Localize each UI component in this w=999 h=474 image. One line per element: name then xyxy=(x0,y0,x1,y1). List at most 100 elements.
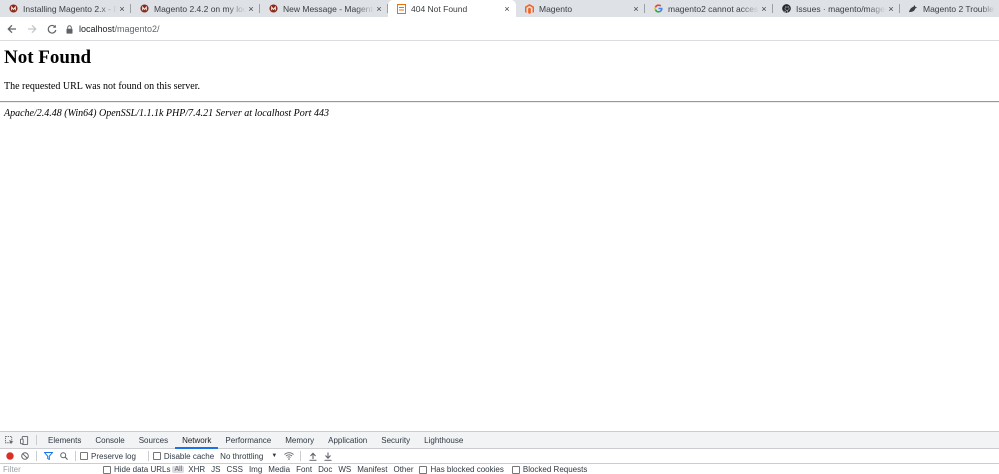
magento-icon xyxy=(268,4,278,14)
page-title: Not Found xyxy=(4,47,92,68)
close-icon[interactable]: × xyxy=(886,4,896,14)
filter-type-img[interactable]: Img xyxy=(249,465,262,474)
browser-tab[interactable]: Magento × xyxy=(516,0,645,17)
browser-tab-active[interactable]: 404 Not Found × xyxy=(388,0,516,17)
filter-type-ws[interactable]: WS xyxy=(338,465,351,474)
tab-title: Magento xyxy=(539,3,573,14)
address-bar[interactable]: localhost/magento2/ xyxy=(66,21,160,37)
server-signature: Apache/2.4.48 (Win64) OpenSSL/1.1.1k PHP… xyxy=(4,108,329,119)
devtools-panel: Elements Console Sources Network Perform… xyxy=(0,431,999,474)
browser-tab[interactable]: Magento 2.4.2 on my local × xyxy=(131,0,260,17)
hide-data-urls-label: Hide data URLs xyxy=(114,465,171,474)
url-path: /magento2/ xyxy=(114,24,160,34)
lock-icon[interactable] xyxy=(66,24,73,34)
docs-icon xyxy=(908,4,918,14)
tab-title: Installing Magento 2.x - Pa xyxy=(23,3,117,14)
reload-icon[interactable] xyxy=(42,19,62,39)
close-icon[interactable]: × xyxy=(374,4,384,14)
filter-all-badge[interactable]: All xyxy=(172,466,185,473)
magento-icon xyxy=(8,4,18,14)
tab-console[interactable]: Console xyxy=(88,432,131,449)
checkbox-box[interactable] xyxy=(152,452,161,460)
close-icon[interactable]: × xyxy=(117,4,127,14)
toolbar-separator xyxy=(147,451,149,461)
tab-title: Issues · magento/magento xyxy=(796,3,886,14)
tab-application[interactable]: Application xyxy=(321,432,374,449)
search-icon[interactable] xyxy=(56,448,71,465)
import-har-icon[interactable] xyxy=(305,448,320,465)
checkbox-box[interactable] xyxy=(419,465,428,474)
github-icon xyxy=(781,4,791,14)
tab-title: New Message - Magento F xyxy=(283,3,374,14)
network-filter-bar: Filter Hide data URLs All XHR JS CSS Img… xyxy=(0,464,999,474)
google-icon xyxy=(653,4,663,14)
magento-icon xyxy=(139,4,149,14)
disable-cache-checkbox[interactable]: Disable cache xyxy=(152,451,215,461)
toolbar-separator xyxy=(75,451,76,461)
page-icon xyxy=(396,3,406,14)
page-content: Not Found The requested URL was not foun… xyxy=(0,41,999,431)
chevron-down-icon: ▼ xyxy=(271,453,278,459)
tab-title: 404 Not Found xyxy=(411,3,468,14)
forward-arrow-icon[interactable] xyxy=(22,19,42,39)
inspect-element-icon[interactable] xyxy=(2,432,17,449)
tab-network[interactable]: Network xyxy=(175,431,219,449)
tab-sources[interactable]: Sources xyxy=(132,432,175,449)
close-icon[interactable]: × xyxy=(502,4,512,14)
has-blocked-cookies-checkbox[interactable]: Has blocked cookies xyxy=(419,465,504,474)
filter-type-css[interactable]: CSS xyxy=(227,465,243,474)
checkbox-box[interactable] xyxy=(80,452,88,460)
checkbox-box[interactable] xyxy=(103,465,111,474)
browser-tab[interactable]: magento2 cannot access h × xyxy=(645,0,773,17)
filter-type-js[interactable]: JS xyxy=(211,465,220,474)
filter-icon[interactable] xyxy=(41,448,56,465)
filter-type-font[interactable]: Font xyxy=(296,465,312,474)
close-icon[interactable]: × xyxy=(759,4,769,14)
filter-type-other[interactable]: Other xyxy=(393,465,413,474)
throttling-select[interactable]: No throttling ▼ xyxy=(220,452,277,461)
tab-memory[interactable]: Memory xyxy=(278,432,321,449)
browser-tab[interactable]: New Message - Magento F × xyxy=(260,0,388,17)
device-toolbar-icon[interactable] xyxy=(17,432,32,449)
clear-icon[interactable] xyxy=(17,448,32,465)
network-conditions-icon[interactable] xyxy=(281,448,296,465)
throttling-value: No throttling xyxy=(220,451,264,461)
tab-lighthouse[interactable]: Lighthouse xyxy=(417,432,470,449)
tab-title: Magento 2.4.2 on my local xyxy=(154,3,246,14)
has-blocked-cookies-label: Has blocked cookies xyxy=(430,465,504,474)
filter-type-media[interactable]: Media xyxy=(268,465,290,474)
filter-type-manifest[interactable]: Manifest xyxy=(357,465,387,474)
filter-input[interactable]: Filter xyxy=(3,465,103,474)
toolbar-separator xyxy=(36,435,37,445)
close-icon[interactable]: × xyxy=(631,4,641,14)
toolbar-separator xyxy=(300,451,302,461)
tab-performance[interactable]: Performance xyxy=(218,432,278,449)
tab-title: Magento 2 Troubleshoo xyxy=(923,3,995,14)
hide-data-urls-checkbox[interactable]: Hide data URLs xyxy=(103,465,170,474)
back-arrow-icon[interactable] xyxy=(2,19,22,39)
error-message: The requested URL was not found on this … xyxy=(4,81,200,92)
browser-tab[interactable]: Issues · magento/magento × xyxy=(773,0,900,17)
disable-cache-label: Disable cache xyxy=(163,451,215,461)
tab-title: magento2 cannot access h xyxy=(668,3,759,14)
filter-type-xhr[interactable]: XHR xyxy=(188,465,205,474)
blocked-requests-label: Blocked Requests xyxy=(522,465,588,474)
url-host: localhost xyxy=(79,24,115,34)
network-toolbar: Preserve log Disable cache No throttling… xyxy=(0,449,999,464)
close-icon[interactable]: × xyxy=(246,4,256,14)
blocked-requests-checkbox[interactable]: Blocked Requests xyxy=(511,465,588,474)
magento-orange-icon xyxy=(524,3,534,14)
tab-security[interactable]: Security xyxy=(374,432,417,449)
filter-type-doc[interactable]: Doc xyxy=(318,465,332,474)
checkbox-box[interactable] xyxy=(511,465,520,474)
preserve-log-checkbox[interactable]: Preserve log xyxy=(80,452,136,461)
browser-tab[interactable]: Magento 2 Troubleshoo xyxy=(900,0,999,17)
record-icon[interactable] xyxy=(2,448,17,465)
browser-toolbar: localhost/magento2/ xyxy=(0,17,999,41)
browser-tab[interactable]: Installing Magento 2.x - Pa × xyxy=(0,0,131,17)
tab-strip: Installing Magento 2.x - Pa × Magento 2.… xyxy=(0,0,999,17)
tab-elements[interactable]: Elements xyxy=(41,432,88,449)
divider xyxy=(0,101,999,103)
export-har-icon[interactable] xyxy=(320,448,335,465)
devtools-tabbar: Elements Console Sources Network Perform… xyxy=(0,431,999,449)
